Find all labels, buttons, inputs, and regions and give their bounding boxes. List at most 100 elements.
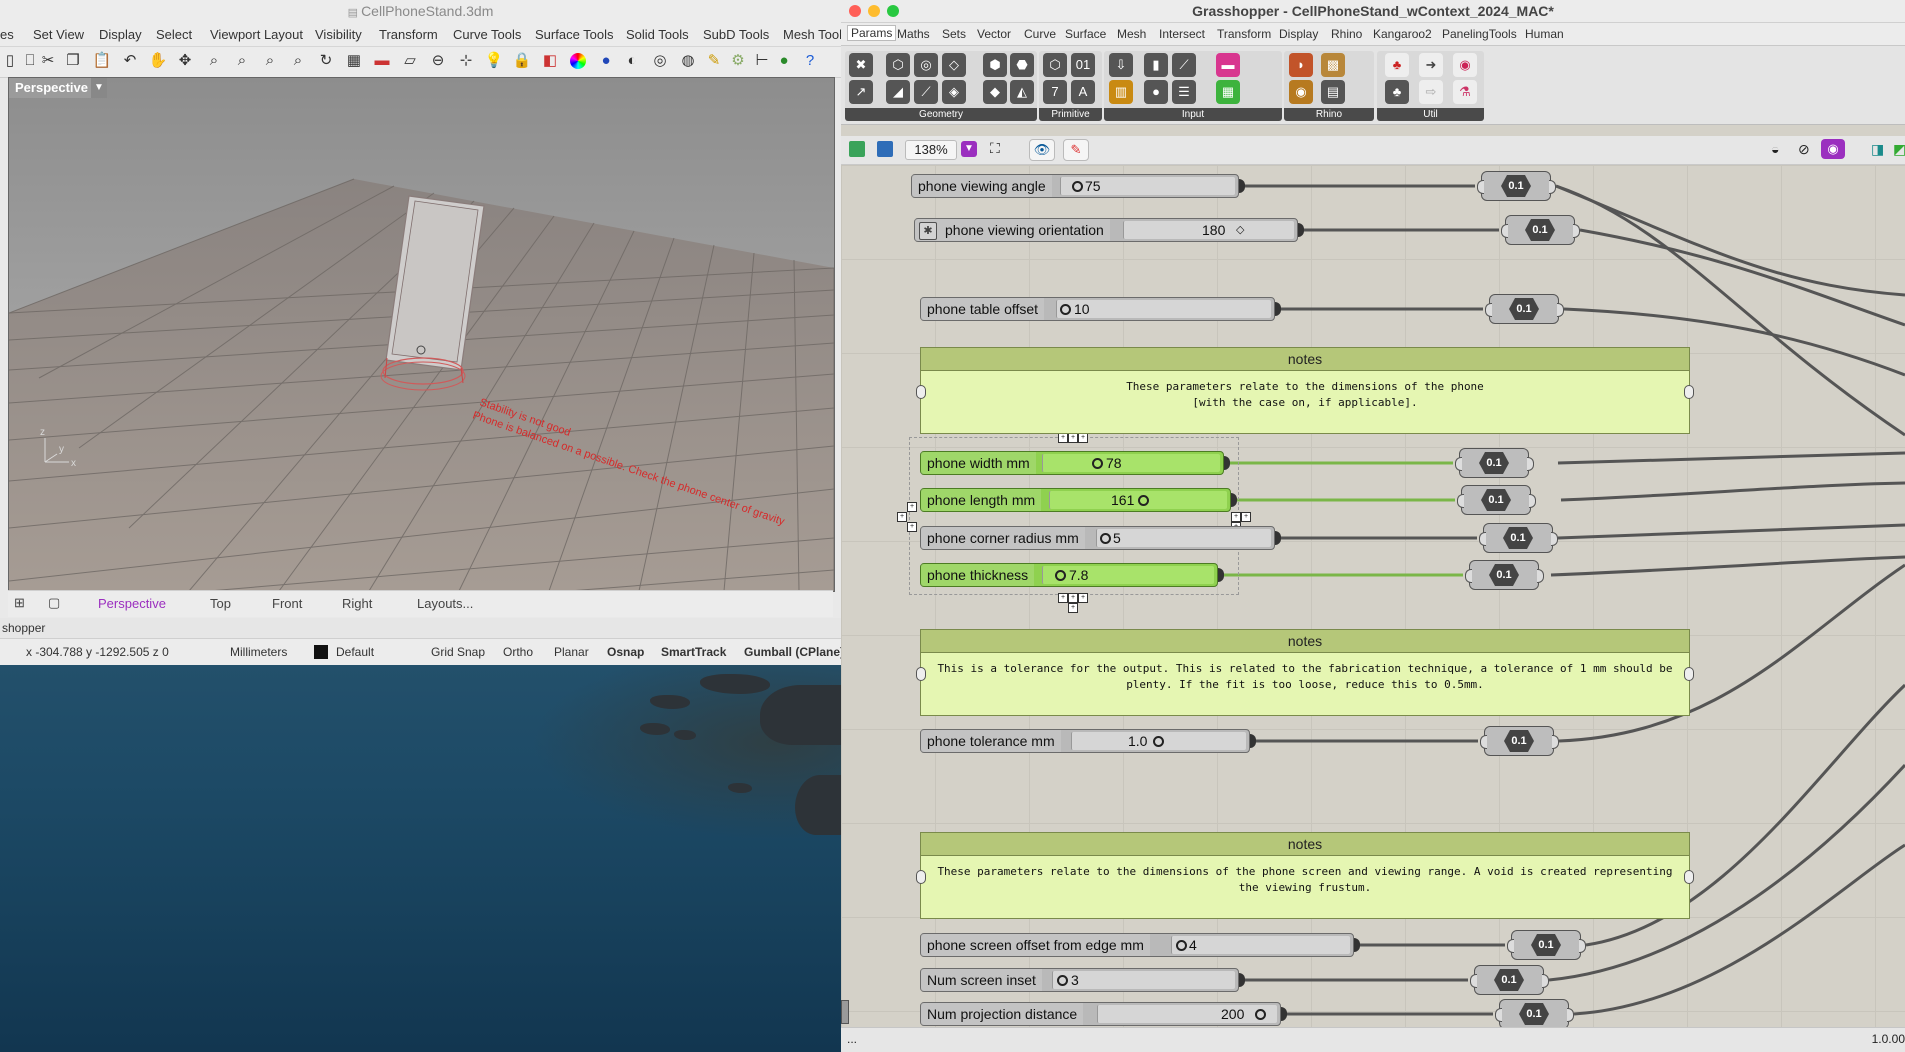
grasshopper-icon[interactable]: ● (774, 51, 794, 71)
param-circle-icon[interactable]: ⬡ (886, 53, 910, 77)
number-param[interactable]: 0.1 (1485, 294, 1564, 324)
tab-layouts[interactable]: Layouts... (417, 596, 473, 611)
rhino-object-icon[interactable]: ◉ (1289, 80, 1313, 104)
slider-track[interactable] (1042, 454, 1220, 472)
slider-knob[interactable] (1092, 458, 1103, 469)
zoom-chevron-down-icon[interactable]: ▼ (961, 141, 977, 157)
arrow-right-outline-icon[interactable]: ⇨ (1419, 80, 1443, 104)
close-window-button[interactable] (849, 5, 861, 17)
color-wheel-icon[interactable] (568, 51, 588, 71)
input-port[interactable] (1477, 180, 1484, 194)
tab-curve[interactable]: Curve (1024, 27, 1056, 41)
pan-icon[interactable]: ✋ (148, 51, 168, 71)
open-icon[interactable]: ⎕ (20, 51, 40, 71)
tree-icon[interactable]: ♣ (1385, 80, 1409, 104)
zoom-window-button[interactable] (887, 5, 899, 17)
slider-knob[interactable] (1100, 533, 1111, 544)
param-geometry-icon[interactable]: ✖ (849, 53, 873, 77)
flask-icon[interactable]: ⚗ (1453, 80, 1477, 104)
param-transform-icon[interactable]: ◭ (1010, 80, 1034, 104)
number-param[interactable]: 0.1 (1479, 523, 1558, 553)
slider-num-projection-distance[interactable]: Num projection distance 200 (920, 1002, 1287, 1026)
number-param[interactable]: 0.1 (1457, 485, 1536, 515)
slider-phone-viewing-orientation[interactable]: ✱ phone viewing orientation 180 ◇ (914, 218, 1304, 242)
slider-knob[interactable] (1055, 570, 1066, 581)
tab-transform[interactable]: Transform (1217, 27, 1271, 41)
slider-phone-thickness[interactable]: phone thickness 7.8 (920, 563, 1224, 587)
tab-vector[interactable]: Vector (977, 27, 1011, 41)
input-port[interactable] (1485, 303, 1492, 317)
slider-phone-tolerance-mm[interactable]: phone tolerance mm 1.0 (920, 729, 1256, 753)
pencil-icon[interactable]: ✎ (704, 51, 724, 71)
slider-num-screen-inset[interactable]: Num screen inset 3 (920, 968, 1245, 992)
input-port[interactable] (1501, 224, 1508, 238)
tab-mesh[interactable]: Mesh (1117, 27, 1146, 41)
tab-right[interactable]: Right (342, 596, 372, 611)
rendered-icon[interactable]: ◐ (622, 51, 642, 71)
number-param[interactable]: 0.1 (1455, 448, 1534, 478)
cplane-icon[interactable]: ⊖ (428, 51, 448, 71)
input-panel-icon[interactable]: ⇩ (1109, 53, 1133, 77)
input-gradient-icon[interactable]: ▥ (1109, 80, 1133, 104)
toggle-osnap[interactable]: Osnap (607, 645, 644, 659)
number-param[interactable]: 0.1 (1470, 965, 1549, 995)
slider-track[interactable] (1171, 936, 1350, 954)
slider-phone-viewing-angle[interactable]: phone viewing angle 75 (911, 174, 1245, 198)
wire-sphere-icon[interactable]: ◍ (678, 51, 698, 71)
notes-panel-tolerance[interactable]: notes This is a tolerance for the output… (916, 629, 1694, 716)
param-point-icon[interactable]: ↗ (849, 80, 873, 104)
tab-sets[interactable]: Sets (942, 27, 966, 41)
shaded-preview-icon[interactable]: ◉ (1821, 139, 1845, 159)
cut-icon[interactable]: ✂ (38, 51, 58, 71)
input-port[interactable] (1507, 939, 1514, 953)
menu-item-mesh-tools[interactable]: Mesh Tools (783, 27, 841, 42)
preview-eye-icon[interactable]: 👁 (1029, 139, 1055, 161)
input-port[interactable] (1480, 735, 1487, 749)
gear-cog-icon[interactable]: ⚙ (728, 51, 748, 71)
param-mesh-icon[interactable]: ⬢ (983, 53, 1007, 77)
slider-track[interactable] (1052, 971, 1235, 989)
slider-knob[interactable] (1153, 736, 1164, 747)
tab-front[interactable]: Front (272, 596, 302, 611)
tab-top[interactable]: Top (210, 596, 231, 611)
globe-icon[interactable]: ◎ (650, 51, 670, 71)
gh-canvas[interactable]: + + + + + + + + + + + + + + phone viewin… (841, 165, 1905, 1027)
light-icon[interactable]: 💡 (484, 51, 504, 71)
rhino-curve-icon[interactable]: ◗ (1289, 53, 1313, 77)
grip-icon[interactable]: + (1241, 512, 1251, 522)
menu-item-select[interactable]: Select (156, 27, 192, 42)
input-port[interactable] (916, 667, 926, 681)
copy-icon[interactable]: ❐ (63, 51, 83, 71)
input-toggle-icon[interactable]: ● (1144, 80, 1168, 104)
tab-panelingtools[interactable]: PanelingTools (1442, 27, 1517, 41)
viewport-title[interactable]: Perspective (9, 78, 94, 98)
slider-knob[interactable] (1176, 940, 1187, 951)
param-number-icon[interactable]: 01 (1071, 53, 1095, 77)
input-list-icon[interactable]: ☰ (1172, 80, 1196, 104)
perspective-viewport[interactable]: Stability is not good Phone is balanced … (8, 77, 835, 592)
tab-kangaroo2[interactable]: Kangaroo2 (1373, 27, 1432, 41)
slider-knob[interactable] (1057, 975, 1068, 986)
input-port[interactable] (1455, 457, 1462, 471)
tab-human[interactable]: Human (1525, 27, 1564, 41)
output-port[interactable] (1684, 385, 1694, 399)
menu-item-es[interactable]: es (0, 27, 14, 42)
toggle-planar[interactable]: Planar (554, 645, 589, 659)
slider-track[interactable] (1097, 1005, 1277, 1023)
sketch-pen-icon[interactable]: ✎ (1063, 139, 1089, 161)
input-port[interactable] (1470, 974, 1477, 988)
input-slider-icon[interactable]: ⟋ (1172, 53, 1196, 77)
menu-item-display[interactable]: Display (99, 27, 142, 42)
input-port[interactable] (1465, 569, 1472, 583)
number-param[interactable]: 0.1 (1480, 726, 1559, 756)
slider-phone-corner-radius-mm[interactable]: phone corner radius mm 5 (920, 526, 1281, 550)
notes-panel-screen-viewing[interactable]: notes These parameters relate to the dim… (916, 832, 1694, 919)
paste-icon[interactable]: 📋 (92, 51, 112, 71)
slider-track[interactable] (1042, 566, 1214, 584)
input-colour-picker-icon[interactable]: ▦ (1216, 80, 1240, 104)
slider-phone-length-mm[interactable]: phone length mm 161 (920, 488, 1237, 512)
slider-phone-screen-offset-from-edge-mm[interactable]: phone screen offset from edge mm 4 (920, 933, 1360, 957)
rhino-layer-icon[interactable]: ▤ (1321, 80, 1345, 104)
slider-knob[interactable] (1072, 181, 1083, 192)
toggle-ortho[interactable]: Ortho (503, 645, 533, 659)
